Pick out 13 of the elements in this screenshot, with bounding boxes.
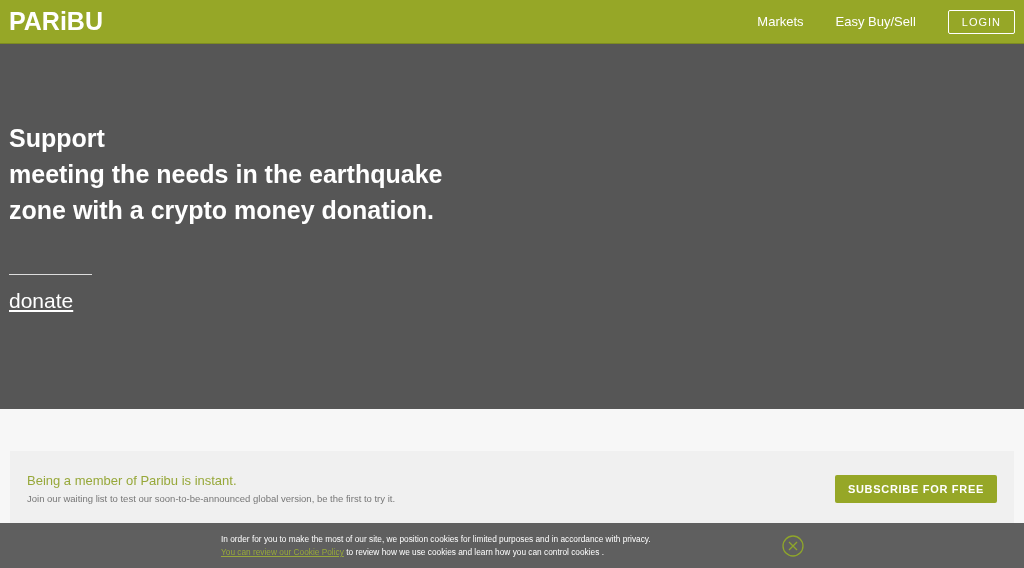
donate-link[interactable]: donate — [9, 289, 74, 312]
nav-link[interactable]: Markets — [757, 14, 804, 29]
cookie-text: In order for you to make the most of our site, we position cookies for limited purposes and in accordance with privacy. — [221, 534, 652, 544]
hero-headline: Support meeting the needs in the earthquake zone with a crypto money donation. — [9, 123, 444, 226]
cookie-policy-link[interactable]: You can review our Cookie Policy — [221, 547, 344, 557]
signup-title: Being a member of Paribu is instant. — [27, 473, 238, 488]
subscribe-button[interactable]: SUBSCRIBE FOR FREE — [834, 475, 997, 503]
close-icon[interactable] — [782, 534, 804, 557]
nav-link[interactable]: Easy Buy/Sell — [835, 14, 916, 29]
login-button[interactable]: LOGIN — [947, 9, 1015, 34]
signup-text: Join our waiting list to test our soon-to-be-announced global version, be the first to try it. — [27, 493, 396, 504]
logo[interactable]: PARiBU — [9, 7, 103, 36]
cookie-text: to review how we use cookies and learn how you can control cookies . — [346, 547, 604, 557]
